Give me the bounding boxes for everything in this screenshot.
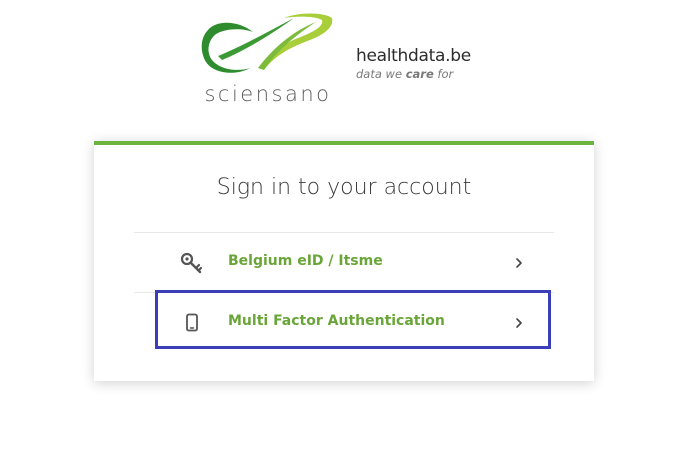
sciensano-wordmark: sciensano (204, 82, 332, 106)
login-option-eid-itsme[interactable]: Belgium eID / Itsme (134, 233, 554, 291)
card-title: Sign in to your account (216, 175, 472, 200)
tagline-emphasis: care (405, 67, 434, 81)
tagline-prefix: data we (356, 67, 406, 81)
healthdata-tagline: data we care for (356, 67, 471, 81)
mobile-phone-icon (180, 311, 204, 335)
sciensano-logo: sciensano (198, 12, 338, 106)
chevron-right-icon (514, 315, 524, 329)
healthdata-title: healthdata.be (356, 46, 471, 66)
key-icon (180, 251, 204, 275)
sign-in-card: Sign in to your account Belgium eID / It… (94, 141, 594, 381)
tagline-suffix: for (433, 67, 454, 81)
login-option-label: Multi Factor Authentication (228, 313, 445, 329)
leaf-emblem-icon (201, 13, 333, 73)
login-option-label: Belgium eID / Itsme (228, 253, 383, 269)
login-option-mfa[interactable]: Multi Factor Authentication (134, 293, 554, 351)
login-page: sciensano healthdata.be data we care for… (0, 0, 683, 454)
chevron-right-icon (514, 255, 524, 269)
healthdata-logo: healthdata.be data we care for (356, 46, 471, 81)
